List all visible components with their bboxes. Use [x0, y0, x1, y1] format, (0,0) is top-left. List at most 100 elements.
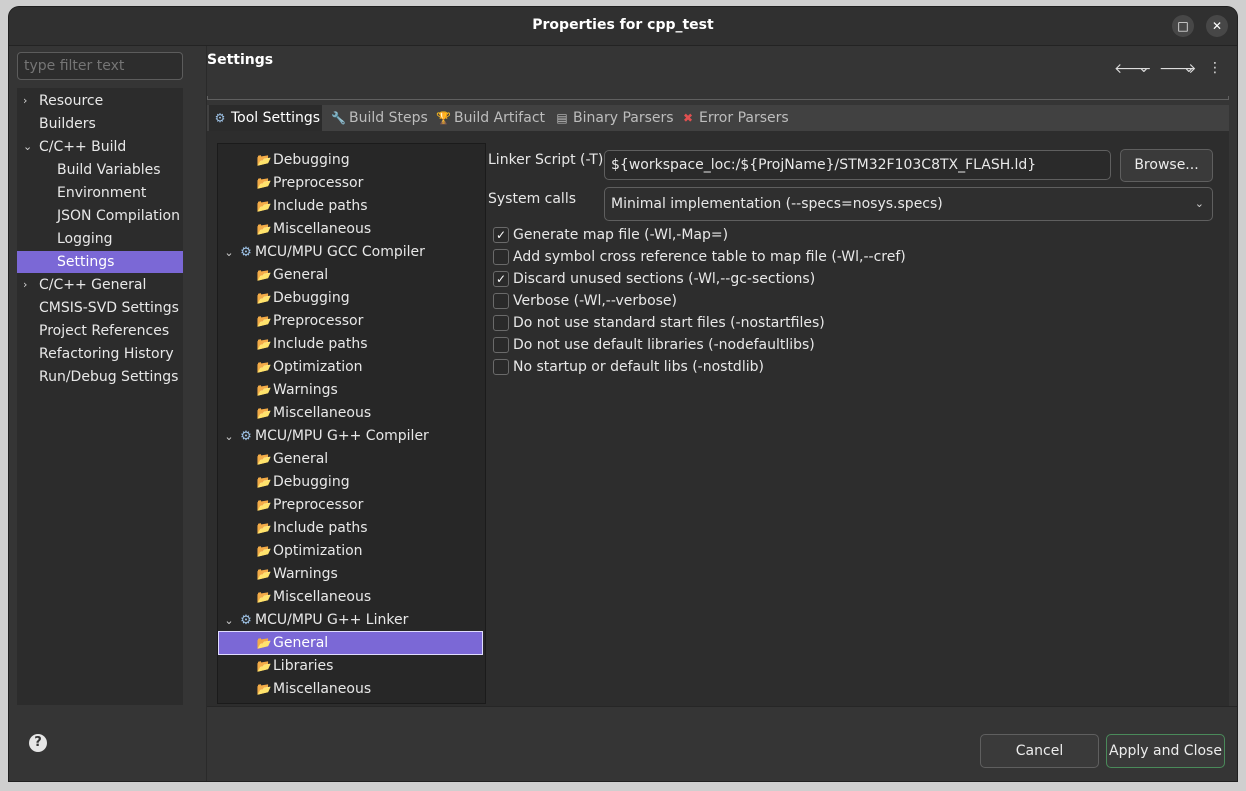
nav-item-run-debug-settings[interactable]: Run/Debug Settings	[39, 366, 178, 388]
tool-node[interactable]: ⌄ ⚙ MCU/MPU GCC Compiler	[222, 241, 425, 263]
apply-and-close-button[interactable]: Apply and Close	[1106, 734, 1225, 768]
checkbox[interactable]	[493, 315, 509, 331]
nav-item-environment[interactable]: Environment	[57, 182, 146, 204]
view-menu-icon[interactable]: ⋮	[1208, 60, 1222, 76]
nav-item-label: C/C++ Build	[39, 139, 127, 155]
chevron-right-icon[interactable]: ›	[23, 90, 27, 112]
option-label: No startup or default libs (-nostdlib)	[513, 359, 764, 375]
tool-node[interactable]: ⌄ ⚙ MCU/MPU G++ Linker	[222, 609, 408, 631]
chevron-down-icon[interactable]: ⌄	[23, 136, 32, 158]
option-node[interactable]: 📂 Miscellaneous	[256, 402, 372, 424]
checkbox-checked[interactable]: ✓	[493, 227, 509, 243]
option-row[interactable]: No startup or default libs (-nostdlib)	[493, 357, 1093, 377]
tree-item-label: General	[273, 451, 329, 467]
tab-tool-settings[interactable]: ⚙ Tool Settings	[209, 105, 322, 131]
chevron-down-icon: ⌄	[1194, 197, 1204, 210]
nav-item-json-compilation[interactable]: JSON Compilation	[57, 205, 180, 227]
option-node[interactable]: 📂 Preprocessor	[256, 494, 364, 516]
linker-script-label: Linker Script (-T)	[488, 152, 604, 168]
option-row[interactable]: ✓ Generate map file (-Wl,-Map=)	[493, 225, 1093, 245]
option-folder-icon: 📂	[256, 337, 272, 351]
option-node[interactable]: 📂 Preprocessor	[256, 172, 364, 194]
nav-item-resource[interactable]: › Resource	[23, 90, 103, 112]
option-label: Discard unused sections (-Wl,--gc-sectio…	[513, 271, 816, 287]
checkbox-checked[interactable]: ✓	[493, 271, 509, 287]
nav-item-refactoring-history[interactable]: Refactoring History	[39, 343, 174, 365]
nav-item-label: C/C++ General	[39, 277, 147, 293]
option-row[interactable]: Verbose (-Wl,--verbose)	[493, 291, 1093, 311]
tab-label: Error Parsers	[699, 110, 789, 126]
tab-build-artifact[interactable]: 🏆 Build Artifact	[432, 105, 546, 131]
chevron-down-icon[interactable]: ⌄	[222, 610, 236, 632]
nav-item-settings[interactable]: Settings	[17, 251, 183, 273]
browse-button[interactable]: Browse...	[1120, 149, 1213, 182]
option-row[interactable]: Add symbol cross reference table to map …	[493, 247, 1093, 267]
option-node[interactable]: 📂 General	[218, 631, 483, 655]
back-history-chevron-icon[interactable]: ⌄	[1138, 60, 1150, 76]
tree-item-label: MCU/MPU G++ Linker	[255, 612, 409, 628]
nav-item-c-c-build[interactable]: ⌄ C/C++ Build	[23, 136, 127, 158]
chevron-right-icon[interactable]: ›	[23, 274, 27, 296]
checkbox[interactable]	[493, 337, 509, 353]
nav-item-c-c-general[interactable]: › C/C++ General	[23, 274, 147, 296]
tool-node[interactable]: ⌄ ⚙ MCU/MPU G++ Compiler	[222, 425, 428, 448]
option-folder-icon: 📂	[256, 360, 272, 374]
category-pane: › Resource Builders ⌄ C/C++ Build Build Varia…	[9, 46, 207, 781]
option-row[interactable]: Do not use standard start files (-nostar…	[493, 313, 1093, 333]
chevron-down-icon[interactable]: ⌄	[222, 242, 236, 264]
option-node[interactable]: 📂 Include paths	[256, 195, 368, 217]
option-folder-icon: 📂	[256, 567, 272, 581]
tool-settings-tree: 📂 Debugging 📂 Preprocessor 📂 Include paths 📂 Mi…	[217, 143, 486, 704]
tree-item-label: Preprocessor	[273, 175, 364, 191]
option-node[interactable]: 📂 Debugging	[256, 149, 350, 171]
forward-history-chevron-icon[interactable]: ⌄	[1183, 60, 1195, 76]
cancel-button[interactable]: Cancel	[980, 734, 1099, 768]
nav-item-label: Settings	[57, 254, 115, 270]
option-node[interactable]: 📂 Include paths	[256, 517, 368, 539]
tree-item-label: Include paths	[273, 336, 368, 352]
close-icon: ✕	[1211, 19, 1223, 33]
nav-item-cmsis-svd-settings[interactable]: CMSIS-SVD Settings	[39, 297, 179, 319]
option-folder-icon: 📂	[256, 544, 272, 558]
option-node[interactable]: 📂 Warnings	[256, 379, 338, 401]
option-node[interactable]: 📂 Miscellaneous	[256, 678, 372, 700]
nav-item-project-references[interactable]: Project References	[39, 320, 169, 342]
option-node[interactable]: 📂 General	[256, 448, 329, 470]
option-node[interactable]: 📂 Include paths	[256, 333, 368, 355]
option-node[interactable]: 📂 Optimization	[256, 540, 363, 562]
help-icon[interactable]: ?	[29, 734, 47, 752]
checkbox[interactable]	[493, 359, 509, 375]
option-node[interactable]: 📂 Warnings	[256, 563, 338, 585]
tab-binary-parsers[interactable]: ▤ Binary Parsers	[551, 105, 673, 131]
filter-input[interactable]	[17, 52, 183, 80]
tab-label: Build Steps	[349, 110, 428, 126]
option-node[interactable]: 📂 Debugging	[256, 287, 350, 309]
system-calls-select[interactable]: Minimal implementation (--specs=nosys.sp…	[604, 187, 1213, 221]
option-row[interactable]: Do not use default libraries (-nodefault…	[493, 335, 1093, 355]
option-node[interactable]: 📂 Optimization	[256, 356, 363, 378]
option-folder-icon: 📂	[256, 475, 272, 489]
checkbox[interactable]	[493, 293, 509, 309]
linker-script-field[interactable]: ${workspace_loc:/${ProjName}/STM32F103C8…	[604, 150, 1111, 180]
nav-item-logging[interactable]: Logging	[57, 228, 113, 250]
option-node[interactable]: 📂 Debugging	[256, 471, 350, 493]
maximize-button[interactable]: □	[1172, 15, 1194, 37]
tool-settings-panel: 📂 Debugging 📂 Preprocessor 📂 Include paths 📂 Mi…	[207, 131, 1229, 706]
tab-label: Build Artifact	[454, 110, 545, 126]
checkbox[interactable]	[493, 249, 509, 265]
nav-item-builders[interactable]: Builders	[39, 113, 96, 135]
tab-build-steps[interactable]: 🔧 Build Steps	[327, 105, 428, 131]
option-node[interactable]: 📂 Miscellaneous	[256, 586, 372, 608]
tab-error-parsers[interactable]: ✖ Error Parsers	[677, 105, 789, 131]
close-button[interactable]: ✕	[1206, 15, 1228, 37]
tab-label: Tool Settings	[231, 110, 321, 126]
option-folder-icon: 📂	[256, 222, 272, 236]
option-node[interactable]: 📂 Preprocessor	[256, 310, 364, 332]
nav-item-build-variables[interactable]: Build Variables	[57, 159, 161, 181]
option-row[interactable]: ✓ Discard unused sections (-Wl,--gc-secti…	[493, 269, 1093, 289]
chevron-down-icon[interactable]: ⌄	[222, 426, 236, 448]
tool-gear-icon: ⚙	[240, 429, 252, 444]
option-node[interactable]: 📂 Miscellaneous	[256, 218, 372, 240]
option-node[interactable]: 📂 Libraries	[256, 655, 334, 677]
option-node[interactable]: 📂 General	[256, 264, 329, 286]
